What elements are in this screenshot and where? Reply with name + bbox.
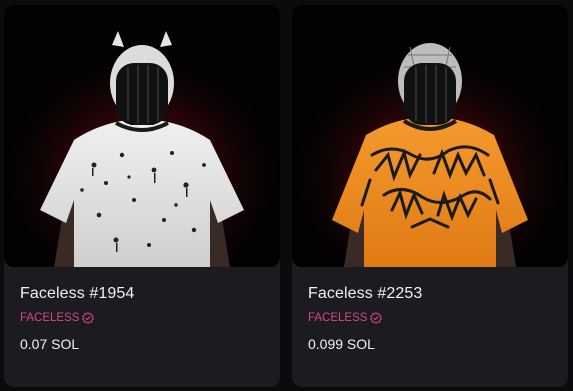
nft-image[interactable] bbox=[4, 5, 280, 267]
nft-card-info: Faceless #2253 FACELESS 0.099 SOL bbox=[308, 267, 558, 352]
nft-card[interactable]: Faceless #1954 FACELESS 0.07 SOL bbox=[4, 5, 280, 387]
verified-badge-icon bbox=[370, 312, 383, 324]
collection-name: FACELESS bbox=[308, 312, 368, 324]
collection-link[interactable]: FACELESS bbox=[20, 312, 270, 324]
nft-price: 0.07 SOL bbox=[20, 336, 80, 352]
nft-card-info: Faceless #1954 FACELESS 0.07 SOL bbox=[20, 267, 270, 352]
nft-image[interactable] bbox=[292, 5, 568, 267]
collection-name: FACELESS bbox=[20, 312, 80, 324]
nft-card[interactable]: Faceless #2253 FACELESS 0.099 SOL bbox=[292, 5, 568, 387]
nft-title[interactable]: Faceless #1954 bbox=[20, 285, 270, 303]
nft-price: 0.099 SOL bbox=[308, 336, 375, 352]
nft-card-grid: Faceless #1954 FACELESS 0.07 SOL Faceles… bbox=[0, 0, 573, 391]
nft-title[interactable]: Faceless #2253 bbox=[308, 285, 558, 303]
verified-badge-icon bbox=[82, 312, 95, 324]
collection-link[interactable]: FACELESS bbox=[308, 312, 558, 324]
